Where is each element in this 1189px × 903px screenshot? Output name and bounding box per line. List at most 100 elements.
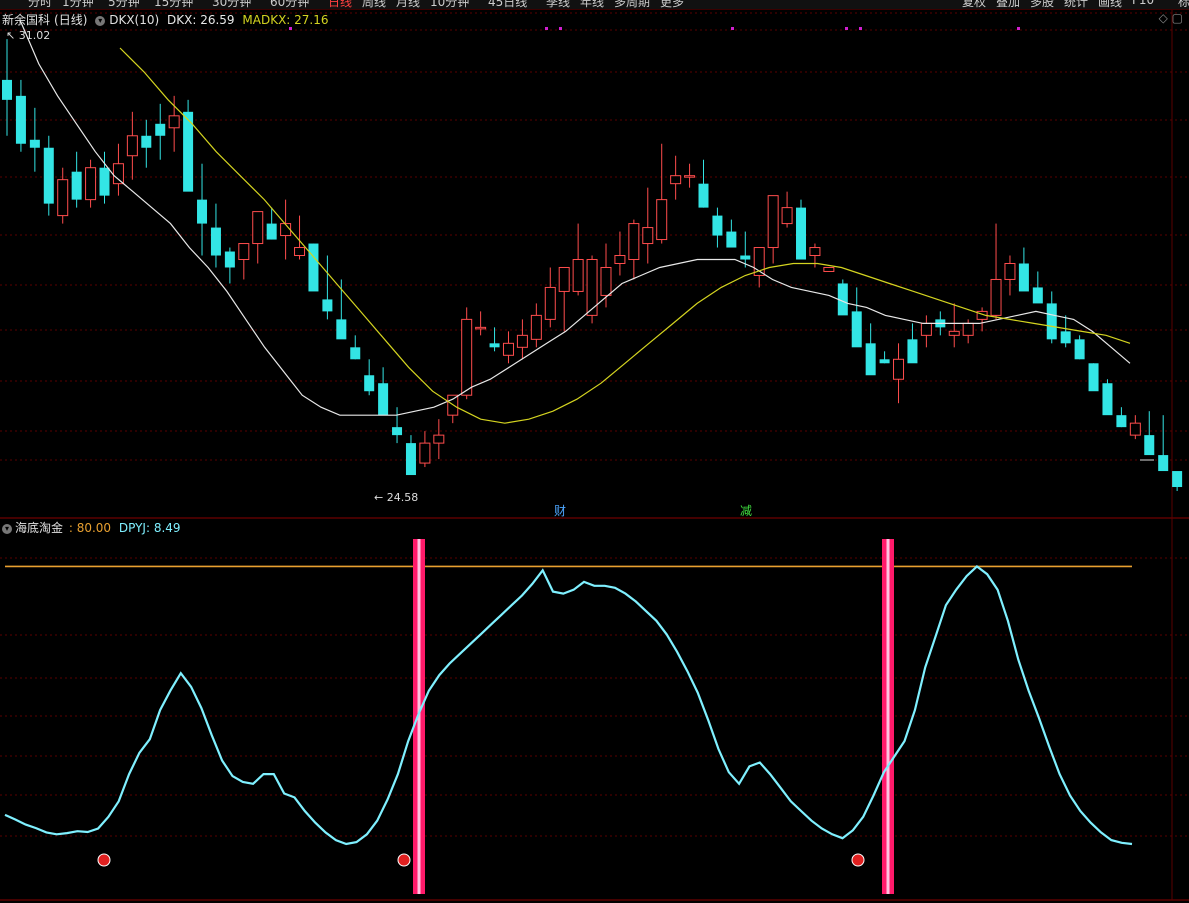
finance-event-marker[interactable]: 财 xyxy=(554,502,566,519)
candle-body-down xyxy=(224,251,235,268)
candle-body-up xyxy=(572,259,584,292)
candle-body-down xyxy=(210,227,221,256)
candle-body-up xyxy=(656,199,668,241)
buy-signal-ball-icon xyxy=(397,853,411,867)
candle-body-down xyxy=(350,347,361,360)
candle-body-up xyxy=(544,286,556,320)
candle-body-down xyxy=(15,95,26,144)
candle-body-down xyxy=(266,223,277,240)
chart-canvas[interactable] xyxy=(0,0,1189,903)
signal-dot xyxy=(845,27,848,30)
candle-body-up xyxy=(767,195,779,249)
candle-body-up xyxy=(823,266,835,272)
candle-body-up xyxy=(252,211,264,245)
candle-body-up xyxy=(1129,422,1141,436)
candle-body-down xyxy=(1074,339,1085,360)
candle-body-up xyxy=(530,314,542,340)
candle-body-down xyxy=(197,199,208,224)
main-indicator-header: 新余国科 (日线) ▾ DKX(10) DKX: 26.59 MADKX: 27.1… xyxy=(2,11,333,28)
threshold-value: : 80.00 xyxy=(68,521,112,535)
buy-signal-ball-icon xyxy=(97,853,111,867)
candle-body-up xyxy=(642,227,654,245)
candle-body-down xyxy=(851,311,862,348)
candle-body-up xyxy=(294,247,306,257)
candle-body-up xyxy=(962,322,974,336)
candle-body-up xyxy=(684,175,696,178)
candle-body-down xyxy=(378,383,389,416)
candle-body-up xyxy=(948,330,960,336)
candle-body-down xyxy=(489,343,500,348)
low-price-value: 24.58 xyxy=(386,491,419,504)
indicator-name[interactable]: DKX(10) xyxy=(109,13,159,27)
high-price-label: ↖ 31.02 xyxy=(6,29,51,42)
dkx-line xyxy=(19,19,1131,416)
dpyj-value: DPYJ: 8.49 xyxy=(118,521,181,535)
bottom-signal-bar-core xyxy=(886,539,890,894)
candle-body-up xyxy=(614,255,626,264)
candle-body-down xyxy=(712,215,723,236)
candle-body-down xyxy=(1116,415,1127,428)
candle-body-down xyxy=(2,79,12,100)
dpyj-line xyxy=(4,564,1133,846)
chart-tools-icons[interactable]: ◇ ▢ xyxy=(1159,11,1183,25)
candle-body-up xyxy=(168,115,180,129)
candle-body-up xyxy=(920,322,932,336)
signal-dot xyxy=(559,27,562,30)
stock-name: 新余国科 xyxy=(2,13,51,27)
candle-body-down xyxy=(29,139,40,148)
candle-body-up xyxy=(112,163,124,185)
signal-dot xyxy=(859,27,862,30)
period-label: (日线) xyxy=(54,13,88,27)
candle-body-down xyxy=(322,299,333,312)
candle-body-down xyxy=(43,147,54,204)
candle-body-up xyxy=(628,223,640,261)
candle-body-up xyxy=(280,223,292,237)
candle-body-down xyxy=(796,207,807,260)
candle-body-up xyxy=(85,167,97,201)
candle-body-down xyxy=(698,183,709,208)
candle-body-up xyxy=(558,266,570,292)
signal-dot xyxy=(545,27,548,30)
candle-body-down xyxy=(1158,455,1169,472)
candle-body-up xyxy=(781,207,793,225)
candle-body-down xyxy=(155,123,166,136)
candle-body-down xyxy=(865,343,876,376)
candlestick-series xyxy=(2,39,1183,492)
sub-indicator-menu-icon[interactable]: ▾ xyxy=(2,523,12,534)
sub-indicator-header: ▾ 海底淘金 : 80.00 DPYJ: 8.49 xyxy=(2,519,181,536)
high-price-value: 31.02 xyxy=(18,29,51,42)
candle-body-down xyxy=(364,375,375,392)
candle-body-up xyxy=(990,278,1002,316)
candle-body-down xyxy=(1046,303,1057,340)
candle-body-up xyxy=(809,247,821,257)
candle-body-up xyxy=(893,358,905,380)
candle-body-up xyxy=(670,175,682,185)
candle-body-down xyxy=(740,255,751,260)
candle-body-up xyxy=(419,442,431,464)
reduce-event-marker[interactable]: 减 xyxy=(740,502,752,519)
candle-body-down xyxy=(1144,435,1155,456)
candle-body-up xyxy=(475,326,487,330)
candle-body-down xyxy=(907,339,918,364)
candle-body-down xyxy=(1088,363,1099,392)
candle-body-up xyxy=(238,243,250,261)
candle-body-up xyxy=(586,259,598,316)
candle-body-down xyxy=(392,427,403,436)
candle-body-down xyxy=(336,319,347,340)
indicator-menu-icon[interactable]: ▾ xyxy=(95,15,106,26)
signal-dot xyxy=(731,27,734,30)
candle-body-down xyxy=(879,359,890,364)
candle-body-down xyxy=(308,243,319,292)
candle-body-down xyxy=(99,167,110,196)
dkx-value: DKX: 26.59 xyxy=(167,13,235,27)
candle-body-up xyxy=(600,266,612,296)
sub-indicator-name[interactable]: 海底淘金 xyxy=(15,521,63,535)
candle-body-down xyxy=(726,231,737,248)
candle-body-down xyxy=(1032,287,1043,304)
candle-body-down xyxy=(1102,383,1113,416)
candle-body-up xyxy=(461,318,473,396)
candle-body-down xyxy=(1172,471,1183,488)
candle-body-up xyxy=(433,434,445,444)
buy-signal-ball-icon xyxy=(851,853,865,867)
candle-body-down xyxy=(71,171,82,200)
